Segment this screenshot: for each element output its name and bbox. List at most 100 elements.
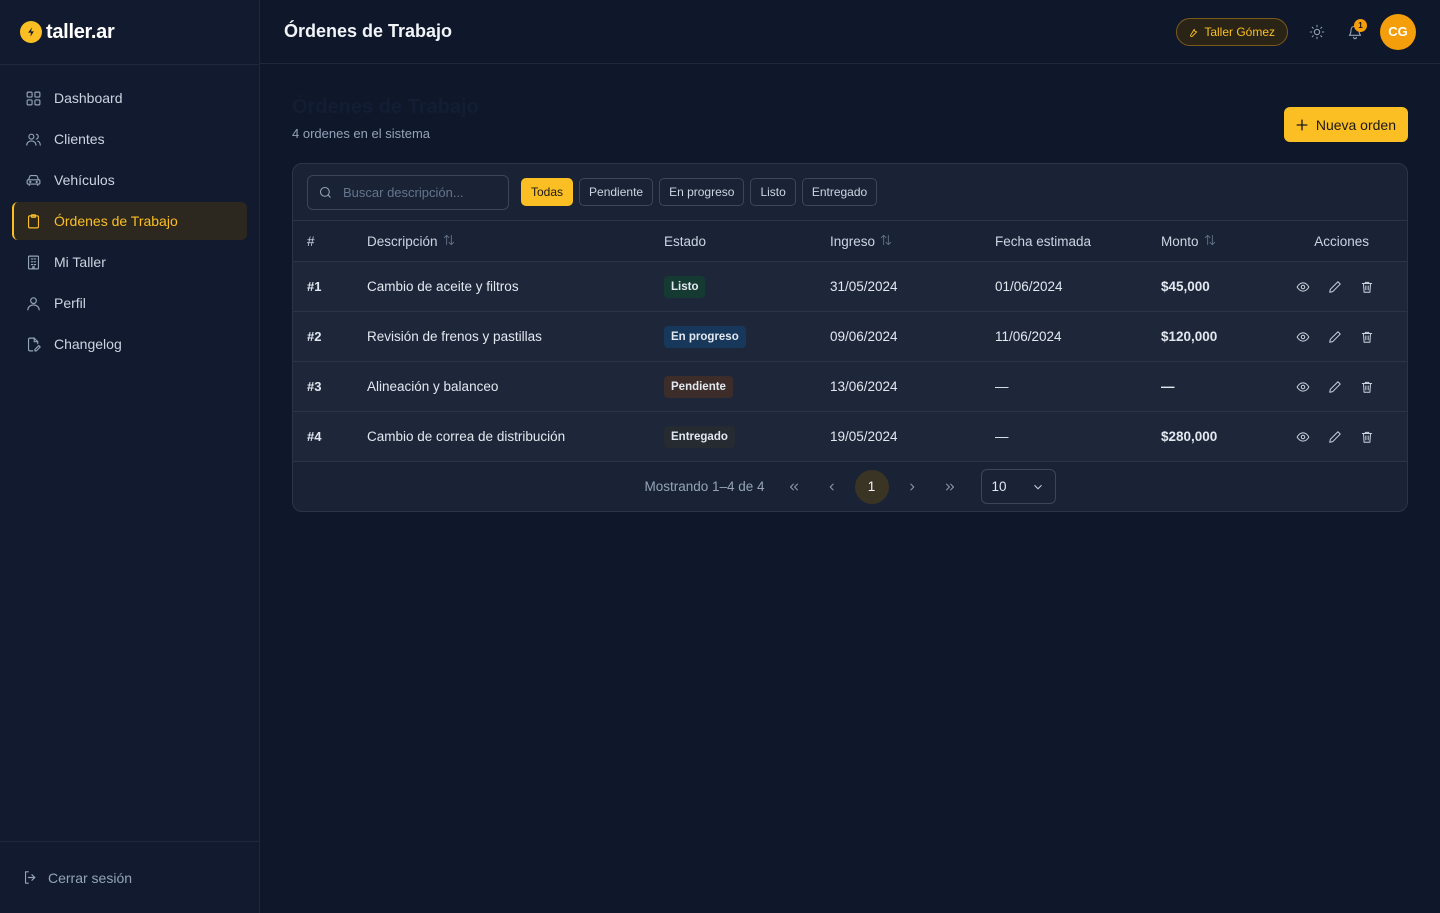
sidebar-item-ordenes[interactable]: Órdenes de Trabajo [12, 202, 247, 240]
main-content: Órdenes de Trabajo 4 ordenes en el siste… [292, 64, 1408, 512]
delete-button[interactable] [1351, 273, 1383, 301]
order-description: Alineación y balanceo [367, 379, 499, 394]
new-order-label: Nueva orden [1315, 116, 1396, 133]
sidebar: taller.ar Dashboard Clientes Vehículos Ó… [0, 0, 260, 913]
view-button[interactable] [1287, 423, 1319, 451]
row-actions [1281, 273, 1401, 301]
column-header-descripcion[interactable]: Descripción [367, 233, 664, 249]
order-amount: — [1161, 379, 1175, 394]
logo[interactable]: taller.ar [0, 0, 259, 65]
pencil-icon [1329, 380, 1341, 393]
delete-button[interactable] [1351, 323, 1383, 351]
order-number: #2 [307, 329, 322, 344]
edit-button[interactable] [1319, 373, 1351, 401]
logout-button[interactable]: Cerrar sesión [0, 841, 259, 913]
order-description: Cambio de correa de distribución [367, 429, 566, 444]
trash-icon [1361, 331, 1373, 343]
edit-button[interactable] [1319, 323, 1351, 351]
notifications-button[interactable]: 1 [1340, 17, 1370, 47]
eye-icon [1296, 431, 1310, 442]
chevron-down-icon [1033, 484, 1042, 489]
eye-icon [1296, 281, 1310, 292]
theme-toggle-button[interactable] [1302, 17, 1332, 47]
trash-icon [1361, 431, 1373, 443]
filter-chip-pendiente[interactable]: Pendiente [579, 178, 654, 206]
order-ingreso-date: 09/06/2024 [830, 329, 898, 344]
filter-chip-entregado[interactable]: Entregado [801, 178, 878, 206]
table-row: #2 Revisión de frenos y pastillas En pro… [293, 312, 1407, 362]
current-page-button[interactable]: 1 [854, 469, 889, 504]
filter-chip-listo[interactable]: Listo [750, 178, 796, 206]
prev-page-button[interactable] [817, 472, 847, 502]
pencil-icon [1329, 280, 1341, 293]
grid-icon [26, 91, 41, 105]
sidebar-item-mi-taller[interactable]: Mi Taller [12, 243, 247, 281]
shop-selector-badge[interactable]: Taller Gómez [1176, 17, 1288, 46]
topbar: Órdenes de Trabajo Taller Gómez 1 CG [260, 0, 1440, 64]
sidebar-item-label: Perfil [54, 295, 86, 311]
search-box[interactable] [307, 174, 509, 210]
search-input[interactable] [343, 184, 503, 200]
column-header-label: Ingreso [830, 234, 876, 249]
avatar[interactable]: CG [1380, 13, 1416, 50]
trash-icon [1361, 381, 1373, 393]
sidebar-item-label: Vehículos [54, 172, 115, 188]
sort-icon[interactable] [879, 233, 893, 247]
order-estimated-date: — [995, 429, 1009, 444]
view-button[interactable] [1287, 273, 1319, 301]
column-header-estado: Estado [664, 233, 707, 249]
sidebar-item-label: Clientes [54, 131, 105, 147]
delete-button[interactable] [1351, 423, 1383, 451]
new-order-button[interactable]: Nueva orden [1283, 107, 1408, 142]
users-icon [26, 133, 41, 146]
trash-icon [1361, 281, 1373, 293]
sidebar-item-vehiculos[interactable]: Vehículos [12, 161, 247, 199]
plus-icon [1296, 119, 1308, 130]
chevrons-left-icon [789, 483, 798, 490]
sidebar-nav: Dashboard Clientes Vehículos Órdenes de … [0, 65, 259, 380]
sort-icon[interactable] [1203, 233, 1217, 247]
sidebar-item-dashboard[interactable]: Dashboard [12, 79, 247, 117]
sort-icon[interactable] [442, 233, 456, 247]
view-button[interactable] [1287, 323, 1319, 351]
order-ingreso-date: 13/06/2024 [830, 379, 898, 394]
last-page-button[interactable] [935, 472, 965, 502]
pencil-icon [1329, 430, 1341, 443]
logout-label: Cerrar sesión [48, 869, 133, 886]
sidebar-item-perfil[interactable]: Perfil [12, 284, 247, 322]
delete-button[interactable] [1351, 373, 1383, 401]
sidebar-item-clientes[interactable]: Clientes [12, 120, 247, 158]
sidebar-item-label: Changelog [54, 336, 122, 352]
filter-chip-en-progreso[interactable]: En progreso [659, 178, 745, 206]
page-subtitle: 4 ordenes en el sistema [292, 126, 431, 141]
column-header-acciones: Acciones [1314, 233, 1369, 249]
table-row: #4 Cambio de correa de distribución Entr… [293, 412, 1407, 462]
edit-button[interactable] [1319, 273, 1351, 301]
next-page-button[interactable] [897, 472, 927, 502]
filter-chip-todas[interactable]: Todas [521, 178, 574, 206]
wrench-icon [1190, 28, 1198, 37]
column-header-monto[interactable]: Monto [1161, 233, 1281, 249]
sidebar-item-changelog[interactable]: Changelog [12, 325, 247, 363]
view-button[interactable] [1287, 373, 1319, 401]
sidebar-item-label: Órdenes de Trabajo [54, 213, 178, 229]
chevron-right-icon [909, 483, 914, 490]
chevron-left-icon [829, 483, 834, 490]
topbar-title: Órdenes de Trabajo [284, 21, 453, 41]
page-title: Órdenes de Trabajo [292, 96, 479, 118]
status-badge: En progreso [664, 325, 746, 348]
status-badge: Entregado [664, 425, 735, 448]
column-header-ingreso[interactable]: Ingreso [830, 233, 995, 249]
row-actions [1281, 373, 1401, 401]
order-description: Cambio de aceite y filtros [367, 279, 519, 294]
search-icon [319, 186, 331, 198]
order-amount: $280,000 [1161, 429, 1218, 444]
status-badge: Pendiente [664, 375, 733, 398]
row-actions [1281, 423, 1401, 451]
first-page-button[interactable] [779, 472, 809, 502]
page-size-value: 10 [991, 479, 1007, 494]
edit-button[interactable] [1319, 423, 1351, 451]
page-size-select[interactable]: 10 [980, 469, 1056, 504]
order-estimated-date: — [995, 379, 1009, 394]
user-icon [27, 296, 40, 310]
